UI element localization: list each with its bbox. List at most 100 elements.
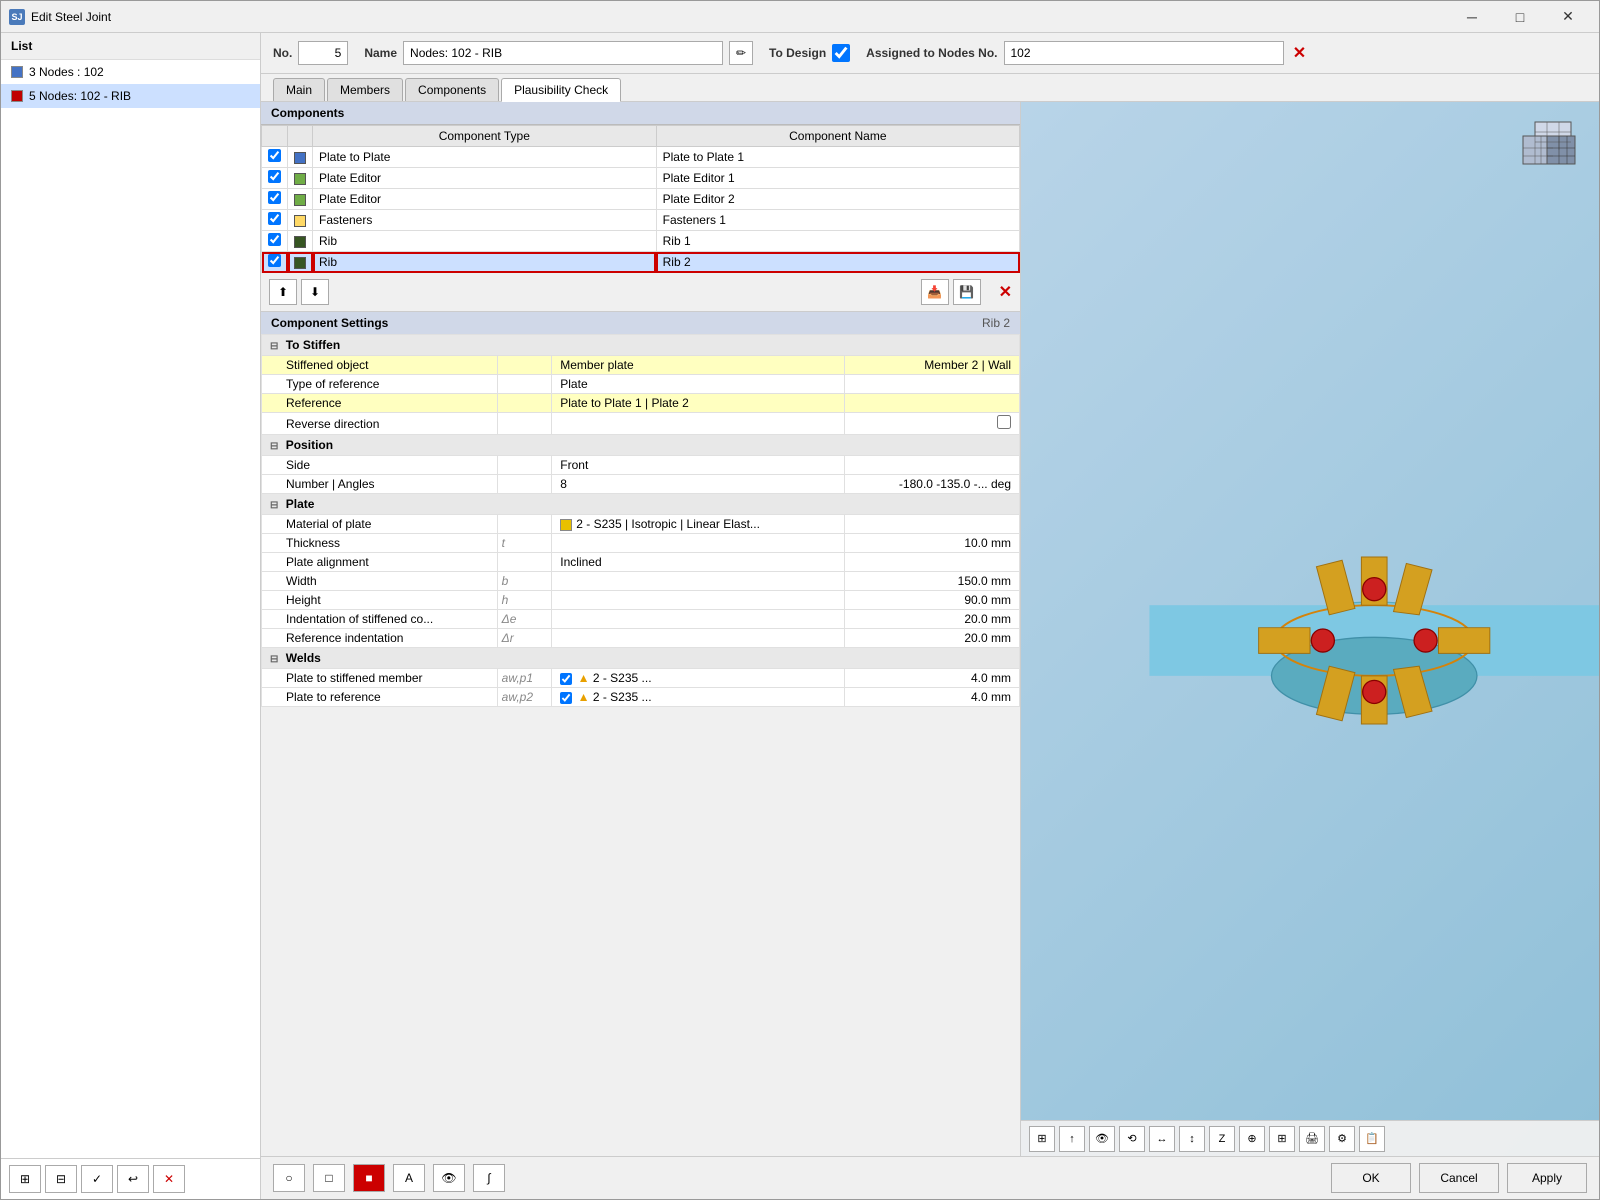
view-btn-11[interactable]: ⚙ bbox=[1329, 1126, 1355, 1152]
view-btn-12[interactable]: 📋 bbox=[1359, 1126, 1385, 1152]
comp-check-5[interactable] bbox=[268, 254, 281, 267]
prop-val1 bbox=[552, 591, 845, 610]
tab-bar: Main Members Components Plausibility Che… bbox=[261, 74, 1599, 102]
maximize-button[interactable]: □ bbox=[1497, 1, 1543, 33]
col-check bbox=[262, 126, 288, 147]
prop-val2: Member 2 | Wall bbox=[845, 356, 1020, 375]
component-row-2[interactable]: Plate Editor Plate Editor 2 bbox=[262, 189, 1020, 210]
ok-button[interactable]: OK bbox=[1331, 1163, 1411, 1193]
component-row-3[interactable]: Fasteners Fasteners 1 bbox=[262, 210, 1020, 231]
bottom-bar: ○ □ ■ A 👁 ∫ OK Cancel Apply bbox=[261, 1156, 1599, 1199]
prop-label: Reference bbox=[262, 394, 498, 413]
left-tool-1[interactable]: ⊞ bbox=[9, 1165, 41, 1193]
assigned-clear-button[interactable]: ✕ bbox=[1290, 43, 1310, 63]
prop-val1 bbox=[552, 610, 845, 629]
titlebar-buttons: ─ □ ✕ bbox=[1449, 1, 1591, 33]
view-btn-1[interactable]: ⊞ bbox=[1029, 1126, 1055, 1152]
settings-row-6: Reference indentation Δr 20.0 mm bbox=[262, 629, 1020, 648]
assigned-input[interactable] bbox=[1004, 41, 1284, 65]
prop-sym: b bbox=[497, 572, 552, 591]
settings-header: Component Settings Rib 2 bbox=[261, 312, 1020, 334]
prop-val1 bbox=[552, 413, 845, 435]
view-btn-9[interactable]: ⊞ bbox=[1269, 1126, 1295, 1152]
prop-label: Side bbox=[262, 456, 498, 475]
list-item-2[interactable]: 5 Nodes: 102 - RIB bbox=[1, 84, 260, 108]
left-tool-2[interactable]: ⊟ bbox=[45, 1165, 77, 1193]
settings-row-0: Stiffened object Member plate Member 2 |… bbox=[262, 356, 1020, 375]
settings-row-1: Number | Angles 8 -180.0 -135.0 -... deg bbox=[262, 475, 1020, 494]
bottom-tool-4[interactable]: A bbox=[393, 1164, 425, 1192]
tab-plausibility[interactable]: Plausibility Check bbox=[501, 78, 621, 102]
prop-val1: Plate bbox=[552, 375, 845, 394]
comp-type-2: Plate Editor bbox=[313, 189, 657, 210]
bottom-tool-2[interactable]: □ bbox=[313, 1164, 345, 1192]
prop-val1: 8 bbox=[552, 475, 845, 494]
view-btn-7[interactable]: Z bbox=[1209, 1126, 1235, 1152]
tab-members[interactable]: Members bbox=[327, 78, 403, 101]
close-button[interactable]: ✕ bbox=[1545, 1, 1591, 33]
settings-group-plate: ⊟ Plate bbox=[262, 494, 1020, 515]
view-btn-3[interactable]: 👁 bbox=[1089, 1126, 1115, 1152]
component-row-0[interactable]: Plate to Plate Plate to Plate 1 bbox=[262, 147, 1020, 168]
component-row-4[interactable]: Rib Rib 1 bbox=[262, 231, 1020, 252]
comp-check-3[interactable] bbox=[268, 212, 281, 225]
component-row-5[interactable]: Rib Rib 2 bbox=[262, 252, 1020, 273]
comp-tool-1[interactable]: ⬆ bbox=[269, 279, 297, 305]
no-input[interactable] bbox=[298, 41, 348, 65]
comp-check-2[interactable] bbox=[268, 191, 281, 204]
prop-val1 bbox=[552, 629, 845, 648]
comp-name-2: Plate Editor 2 bbox=[656, 189, 1019, 210]
name-input[interactable] bbox=[403, 41, 723, 65]
apply-button[interactable]: Apply bbox=[1507, 1163, 1587, 1193]
3d-viewer: ⊞ ↑ 👁 ⟲ ↔ ↕ Z ⊕ ⊞ 🖨 ⚙ 📋 bbox=[1021, 102, 1599, 1156]
left-tool-4[interactable]: ↩ bbox=[117, 1165, 149, 1193]
tab-main[interactable]: Main bbox=[273, 78, 325, 101]
list-label-2: 5 Nodes: 102 - RIB bbox=[29, 89, 131, 103]
component-row-1[interactable]: Plate Editor Plate Editor 1 bbox=[262, 168, 1020, 189]
prop-val1: ▲ 2 - S235 ... bbox=[552, 669, 845, 688]
tab-components[interactable]: Components bbox=[405, 78, 499, 101]
cancel-button[interactable]: Cancel bbox=[1419, 1163, 1499, 1193]
bottom-tool-6[interactable]: ∫ bbox=[473, 1164, 505, 1192]
comp-type-0: Plate to Plate bbox=[313, 147, 657, 168]
prop-label: Reference indentation bbox=[262, 629, 498, 648]
comp-toolbar: ⬆ ⬇ 📥 💾 ✕ bbox=[261, 273, 1020, 312]
left-tool-delete[interactable]: ✕ bbox=[153, 1165, 185, 1193]
settings-group-position: ⊟ Position bbox=[262, 435, 1020, 456]
prop-sym bbox=[497, 375, 552, 394]
col-type: Component Type bbox=[313, 126, 657, 147]
settings-content: ⊟ To Stiffen Stiffened object Member pla… bbox=[261, 334, 1020, 1156]
comp-check-0[interactable] bbox=[268, 149, 281, 162]
edit-name-button[interactable]: ✏ bbox=[729, 41, 753, 65]
comp-delete-button[interactable]: ✕ bbox=[999, 282, 1012, 302]
list-label-1: 3 Nodes : 102 bbox=[29, 65, 104, 79]
bottom-tool-1[interactable]: ○ bbox=[273, 1164, 305, 1192]
app-icon: SJ bbox=[9, 9, 25, 25]
comp-name-4: Rib 1 bbox=[656, 231, 1019, 252]
components-table: Component Type Component Name Plate to P… bbox=[261, 125, 1020, 273]
list-item-1[interactable]: 3 Nodes : 102 bbox=[1, 60, 260, 84]
comp-check-1[interactable] bbox=[268, 170, 281, 183]
comp-tool-4[interactable]: 💾 bbox=[953, 279, 981, 305]
view-btn-6[interactable]: ↕ bbox=[1179, 1126, 1205, 1152]
comp-tool-2[interactable]: ⬇ bbox=[301, 279, 329, 305]
left-panel: List 3 Nodes : 102 5 Nodes: 102 - RIB ⊞ … bbox=[1, 33, 261, 1199]
comp-check-4[interactable] bbox=[268, 233, 281, 246]
view-btn-4[interactable]: ⟲ bbox=[1119, 1126, 1145, 1152]
bottom-tool-3[interactable]: ■ bbox=[353, 1164, 385, 1192]
view-btn-2[interactable]: ↑ bbox=[1059, 1126, 1085, 1152]
components-table-container: Component Type Component Name Plate to P… bbox=[261, 125, 1020, 273]
bottom-tool-5[interactable]: 👁 bbox=[433, 1164, 465, 1192]
comp-tool-3[interactable]: 📥 bbox=[921, 279, 949, 305]
to-design-checkbox[interactable] bbox=[832, 44, 850, 62]
minimize-button[interactable]: ─ bbox=[1449, 1, 1495, 33]
prop-val1: Inclined bbox=[552, 553, 845, 572]
settings-table: ⊟ To Stiffen Stiffened object Member pla… bbox=[261, 334, 1020, 707]
view-btn-5[interactable]: ↔ bbox=[1149, 1126, 1175, 1152]
view-btn-10[interactable]: 🖨 bbox=[1299, 1126, 1325, 1152]
view-btn-8[interactable]: ⊕ bbox=[1239, 1126, 1265, 1152]
prop-label: Plate to stiffened member bbox=[262, 669, 498, 688]
prop-val1: Member plate bbox=[552, 356, 845, 375]
left-tool-3[interactable]: ✓ bbox=[81, 1165, 113, 1193]
prop-label: Plate alignment bbox=[262, 553, 498, 572]
